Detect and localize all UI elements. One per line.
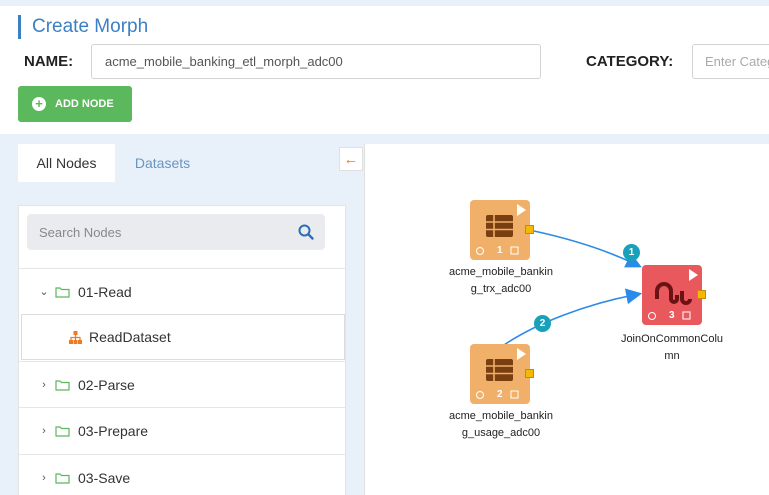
category-label: CATEGORY:: [586, 53, 674, 70]
tree-item-read-dataset[interactable]: ReadDataset: [21, 314, 345, 360]
tree-folder-label: 03-Prepare: [78, 422, 149, 439]
title-accent-bar: [18, 15, 21, 39]
folder-icon: [55, 379, 70, 391]
node-palette: ⌄ 01-Read ReadDataset › 02-Parse › 03-Pr…: [18, 205, 346, 495]
name-input[interactable]: [91, 44, 541, 79]
node-label: acme_mobile_banking_usage_adc00: [449, 410, 553, 439]
search-input[interactable]: [27, 214, 287, 250]
category-input[interactable]: [692, 44, 769, 79]
tree-folder-label: 02-Parse: [78, 376, 135, 393]
chevron-right-icon: ›: [42, 378, 46, 391]
add-node-button[interactable]: + ADD NODE: [18, 86, 132, 122]
morph-form-header: Create Morph NAME: CATEGORY: + ADD NODE: [0, 6, 769, 134]
page-title: Create Morph: [32, 16, 149, 37]
edge-layer: [503, 230, 643, 346]
tab-datasets[interactable]: Datasets: [115, 144, 210, 182]
node-usage-dataset[interactable]: 2: [470, 344, 530, 404]
tree-folder-parse[interactable]: › 02-Parse: [19, 361, 345, 407]
search-box: [27, 214, 325, 250]
chevron-right-icon: ›: [42, 424, 46, 437]
morph-canvas[interactable]: 1 2 1 acme_mobile_banking_trx_adc00 2 ac…: [364, 144, 769, 495]
dataset-hierarchy-icon: [69, 330, 82, 344]
node-index: 1: [497, 245, 503, 256]
collapse-panel-button[interactable]: ←: [339, 147, 363, 171]
output-port[interactable]: [697, 290, 706, 299]
chevron-right-icon: ›: [42, 471, 46, 484]
tree-folder-save[interactable]: › 03-Save: [19, 454, 345, 495]
tab-all-nodes[interactable]: All Nodes: [18, 144, 115, 182]
tree-folder-label: 03-Save: [78, 469, 131, 486]
search-icon[interactable]: [297, 223, 315, 241]
folder-icon: [55, 286, 70, 298]
node-join[interactable]: 3: [642, 265, 702, 325]
node-index: 3: [669, 310, 675, 321]
tree-folder-read[interactable]: ⌄ 01-Read: [19, 268, 345, 314]
folder-icon: [55, 472, 70, 484]
tree-folder-prepare[interactable]: › 03-Prepare: [19, 407, 345, 453]
folder-icon: [55, 425, 70, 437]
chevron-down-icon: ⌄: [39, 286, 49, 298]
plus-circle-icon: +: [32, 97, 46, 111]
add-node-label: ADD NODE: [55, 98, 114, 110]
edge-badge[interactable]: 1: [623, 244, 640, 261]
edge-badge[interactable]: 2: [534, 315, 551, 332]
name-label: NAME:: [24, 53, 74, 70]
node-trx-dataset[interactable]: 1: [470, 200, 530, 260]
tree-folder-label: 01-Read: [78, 283, 132, 300]
output-port[interactable]: [525, 369, 534, 378]
node-label: acme_mobile_banking_trx_adc00: [449, 266, 553, 295]
output-port[interactable]: [525, 225, 534, 234]
node-label: JoinOnCommonColumn: [620, 333, 724, 362]
tree-item-label: ReadDataset: [89, 329, 171, 345]
arrow-left-icon: ←: [343, 150, 359, 168]
node-index: 2: [497, 389, 503, 400]
